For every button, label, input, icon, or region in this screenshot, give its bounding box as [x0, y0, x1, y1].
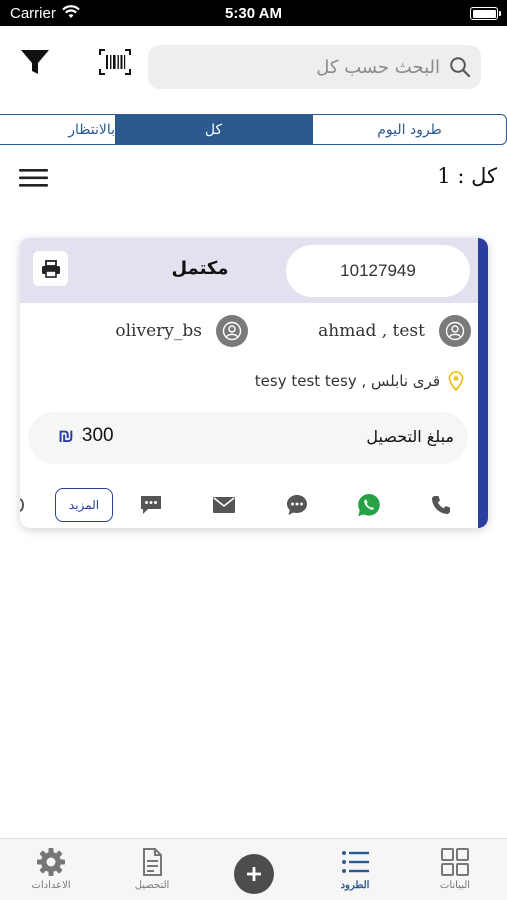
user-avatar-icon [439, 315, 471, 347]
whatsapp-button[interactable] [353, 489, 385, 521]
bottom-tab-bar: البيانات الطرود التحصيل الاعدادات [0, 838, 507, 900]
tab-waiting[interactable]: بالانتظار [0, 114, 116, 145]
chat-bubble-icon [287, 495, 307, 515]
location-pin-icon [448, 371, 464, 391]
filter-icon[interactable] [18, 45, 52, 79]
filter-tabs: بالانتظار كل طرود اليوم [0, 114, 507, 146]
search-bar [148, 45, 481, 89]
address-text: قرى نابلس , tesy test tesy [254, 372, 440, 390]
document-icon [143, 848, 162, 876]
nav-parcels[interactable]: الطرود [320, 847, 390, 899]
nav-collection[interactable]: التحصيل [117, 847, 187, 899]
sender: olivery_bs [115, 314, 248, 348]
gear-icon [37, 848, 65, 876]
phone-icon [432, 496, 450, 514]
search-input[interactable] [160, 45, 440, 89]
add-parcel-button[interactable] [234, 854, 274, 894]
receiver: ahmad , test [318, 314, 471, 348]
sender-name: olivery_bs [115, 321, 202, 341]
receiver-name: ahmad , test [318, 321, 425, 341]
parcel-count: كل : 1 [437, 164, 497, 188]
parcel-card[interactable]: مكتمل 10127949 ahmad , test olivery_bs ق… [20, 238, 488, 528]
whatsapp-icon [358, 494, 380, 516]
add-icon [247, 867, 261, 881]
status-bar: Carrier 5:30 AM [0, 0, 507, 26]
tab-all[interactable]: كل [115, 114, 312, 145]
user-avatar-icon [216, 315, 248, 347]
collection-amount: مبلغ التحصيل ₪ 300 [28, 412, 468, 464]
more-action-icon[interactable] [20, 489, 42, 521]
battery-icon [470, 7, 501, 20]
more-button[interactable]: المزيد [55, 488, 113, 522]
nav-settings[interactable]: الاعدادات [16, 847, 86, 899]
nav-label: الطرود [340, 880, 370, 891]
sms-icon [141, 496, 161, 514]
nav-label: البيانات [439, 880, 471, 891]
printer-icon [41, 259, 60, 278]
call-button[interactable] [425, 489, 457, 521]
amount-value-group: ₪ 300 [58, 425, 114, 447]
nav-label: التحصيل [134, 880, 170, 891]
clock: 5:30 AM [225, 5, 282, 22]
action-row: المزيد [20, 486, 478, 524]
nav-data[interactable]: البيانات [420, 847, 490, 899]
grid-icon [441, 848, 469, 876]
sms-button[interactable] [135, 489, 167, 521]
amount-value: 300 [81, 425, 114, 446]
email-button[interactable] [208, 489, 240, 521]
card-header: مكتمل 10127949 [20, 238, 478, 303]
address-row: قرى نابلس , tesy test tesy [255, 368, 464, 394]
tab-today-parcels[interactable]: طرود اليوم [312, 114, 507, 145]
chat-button[interactable] [281, 489, 313, 521]
barcode-scan-icon[interactable] [98, 48, 132, 76]
parcel-status: مكتمل [171, 258, 229, 279]
list-icon [342, 851, 369, 873]
mail-icon [213, 497, 235, 513]
card-accent-bar [478, 238, 488, 528]
print-button[interactable] [33, 251, 68, 286]
tracking-number: 10127949 [286, 245, 470, 297]
nav-label: الاعدادات [31, 880, 71, 891]
currency-symbol: ₪ [58, 425, 74, 446]
search-icon [450, 57, 471, 78]
amount-label: مبلغ التحصيل [366, 427, 454, 446]
menu-icon[interactable] [19, 167, 49, 189]
